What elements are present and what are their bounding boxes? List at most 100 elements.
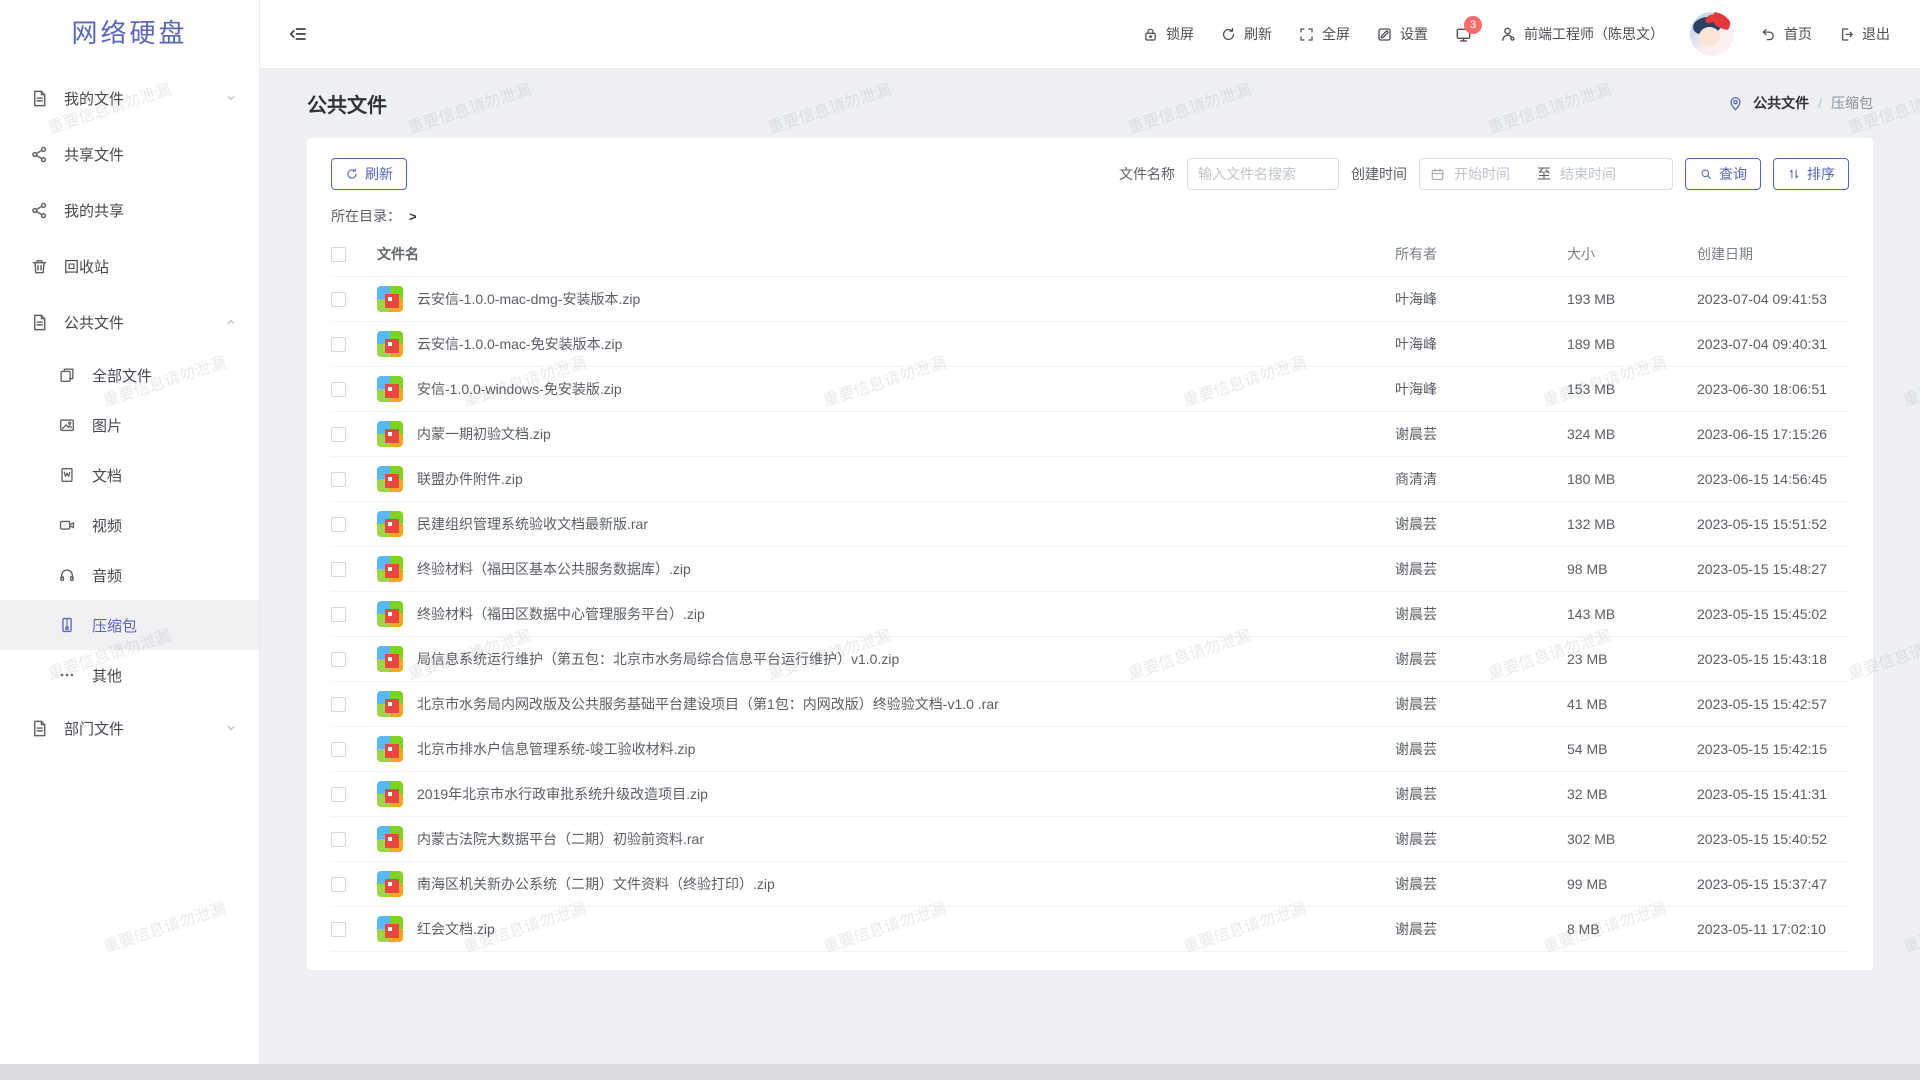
row-checkbox[interactable] (331, 652, 346, 667)
notifications-button[interactable]: 3 (1454, 25, 1473, 44)
sidebar-item-department-files[interactable]: 部门文件 (0, 700, 259, 756)
table-row[interactable]: 内蒙古法院大数据平台（二期）初验前资料.rar 谢晨芸 302 MB 2023-… (331, 817, 1849, 862)
filename-label: 文件名称 (1119, 164, 1175, 184)
row-checkbox[interactable] (331, 337, 346, 352)
sidebar-item-recycle-bin[interactable]: 回收站 (0, 238, 259, 294)
file-name[interactable]: 民建组织管理系统验收文档最新版.rar (417, 514, 1395, 534)
start-date-input[interactable] (1454, 166, 1528, 182)
table-row[interactable]: 2019年北京市水行政审批系统升级改造项目.zip 谢晨芸 32 MB 2023… (331, 772, 1849, 817)
file-name[interactable]: 北京市排水户信息管理系统-竣工验收材料.zip (417, 739, 1395, 759)
file-name[interactable]: 云安信-1.0.0-mac-免安装版本.zip (417, 334, 1395, 354)
sidebar-item-archives[interactable]: 压缩包 (0, 600, 259, 650)
file-owner: 谢晨芸 (1395, 784, 1567, 804)
table-row[interactable]: 红会文档.zip 谢晨芸 8 MB 2023-05-11 17:02:10 (331, 907, 1849, 952)
file-name[interactable]: 内蒙古法院大数据平台（二期）初验前资料.rar (417, 829, 1395, 849)
sort-button[interactable]: 排序 (1773, 158, 1849, 190)
lock-screen-button[interactable]: 锁屏 (1142, 24, 1194, 44)
file-created-date: 2023-05-15 15:42:15 (1697, 741, 1849, 757)
refresh-button[interactable]: 刷新 (1220, 24, 1272, 44)
sidebar-item-my-shares[interactable]: 我的共享 (0, 182, 259, 238)
row-checkbox[interactable] (331, 292, 346, 307)
table-row[interactable]: 云安信-1.0.0-mac-免安装版本.zip 叶海峰 189 MB 2023-… (331, 322, 1849, 367)
avatar-face (1699, 27, 1720, 46)
table-row[interactable]: 民建组织管理系统验收文档最新版.rar 谢晨芸 132 MB 2023-05-1… (331, 502, 1849, 547)
row-checkbox[interactable] (331, 607, 346, 622)
collapse-sidebar-icon[interactable] (288, 24, 308, 44)
sidebar-item-my-files[interactable]: 我的文件 (0, 70, 259, 126)
end-date-input[interactable] (1560, 166, 1634, 182)
row-checkbox[interactable] (331, 922, 346, 937)
file-name[interactable]: 联盟办件附件.zip (417, 469, 1395, 489)
sidebar-item-other[interactable]: 其他 (0, 650, 259, 700)
refresh-list-button[interactable]: 刷新 (331, 158, 407, 190)
column-header-size: 大小 (1567, 244, 1697, 264)
file-name[interactable]: 终验材料（福田区基本公共服务数据库）.zip (417, 559, 1395, 579)
filters: 文件名称 创建时间 至 查询 (1119, 158, 1849, 190)
sidebar-item-documents[interactable]: 文档 (0, 450, 259, 500)
directory-root-arrow[interactable]: > (409, 209, 417, 224)
filename-search-input[interactable] (1187, 158, 1339, 190)
sidebar-item-shared-files[interactable]: 共享文件 (0, 126, 259, 182)
search-icon (1699, 167, 1713, 181)
sidebar-item-label: 压缩包 (92, 615, 137, 636)
row-checkbox[interactable] (331, 877, 346, 892)
file-name[interactable]: 云安信-1.0.0-mac-dmg-安装版本.zip (417, 289, 1395, 309)
table-row[interactable]: 南海区机关新办公系统（二期）文件资料（终验打印）.zip 谢晨芸 99 MB 2… (331, 862, 1849, 907)
row-checkbox[interactable] (331, 742, 346, 757)
column-header-owner: 所有者 (1395, 244, 1567, 264)
row-checkbox[interactable] (331, 832, 346, 847)
breadcrumb: 公共文件 / 压缩包 (1727, 93, 1873, 113)
table-row[interactable]: 联盟办件附件.zip 商清清 180 MB 2023-06-15 14:56:4… (331, 457, 1849, 502)
user-menu[interactable]: 前端工程师（陈思文） (1499, 24, 1664, 44)
table-row[interactable]: 云安信-1.0.0-mac-dmg-安装版本.zip 叶海峰 193 MB 20… (331, 277, 1849, 322)
user-avatar[interactable] (1690, 12, 1734, 56)
sidebar-item-label: 其他 (92, 665, 122, 686)
sidebar-item-audio[interactable]: 音频 (0, 550, 259, 600)
content-area: 公共文件 公共文件 / 压缩包 刷新 文件名称 (260, 68, 1920, 1080)
zip-file-icon (377, 331, 403, 357)
table-row[interactable]: 北京市水务局内网改版及公共服务基础平台建设项目（第1包：内网改版）终验验文档-v… (331, 682, 1849, 727)
row-checkbox[interactable] (331, 697, 346, 712)
file-created-date: 2023-06-30 18:06:51 (1697, 381, 1849, 397)
file-name[interactable]: 红会文档.zip (417, 919, 1395, 939)
date-range-picker[interactable]: 至 (1419, 158, 1673, 190)
file-owner: 叶海峰 (1395, 334, 1567, 354)
file-name[interactable]: 内蒙一期初验文档.zip (417, 424, 1395, 444)
logout-button[interactable]: 退出 (1838, 24, 1890, 44)
sidebar-item-videos[interactable]: 视频 (0, 500, 259, 550)
sidebar-item-images[interactable]: 图片 (0, 400, 259, 450)
file-name[interactable]: 安信-1.0.0-windows-免安装版.zip (417, 379, 1395, 399)
row-checkbox[interactable] (331, 517, 346, 532)
table-row[interactable]: 安信-1.0.0-windows-免安装版.zip 叶海峰 153 MB 202… (331, 367, 1849, 412)
file-table: 文件名 所有者 大小 创建日期 云安信-1.0.0-mac-dmg-安装版本.z… (331, 232, 1849, 952)
row-checkbox[interactable] (331, 472, 346, 487)
table-row[interactable]: 终验材料（福田区数据中心管理服务平台）.zip 谢晨芸 143 MB 2023-… (331, 592, 1849, 637)
row-checkbox[interactable] (331, 427, 346, 442)
query-button[interactable]: 查询 (1685, 158, 1761, 190)
breadcrumb-root[interactable]: 公共文件 (1753, 93, 1809, 113)
fullscreen-button[interactable]: 全屏 (1298, 24, 1350, 44)
table-row[interactable]: 北京市排水户信息管理系统-竣工验收材料.zip 谢晨芸 54 MB 2023-0… (331, 727, 1849, 772)
file-name[interactable]: 北京市水务局内网改版及公共服务基础平台建设项目（第1包：内网改版）终验验文档-v… (417, 694, 1395, 714)
settings-button[interactable]: 设置 (1376, 24, 1428, 44)
file-name[interactable]: 南海区机关新办公系统（二期）文件资料（终验打印）.zip (417, 874, 1395, 894)
sidebar-item-label: 图片 (92, 415, 122, 436)
sidebar-item-label: 我的文件 (64, 88, 124, 109)
file-name[interactable]: 终验材料（福田区数据中心管理服务平台）.zip (417, 604, 1395, 624)
row-checkbox[interactable] (331, 787, 346, 802)
table-row[interactable]: 终验材料（福田区基本公共服务数据库）.zip 谢晨芸 98 MB 2023-05… (331, 547, 1849, 592)
sidebar-item-public-files[interactable]: 公共文件 (0, 294, 259, 350)
row-checkbox[interactable] (331, 562, 346, 577)
home-button[interactable]: 首页 (1760, 24, 1812, 44)
file-name[interactable]: 局信息系统运行维护（第五包：北京市水务局综合信息平台运行维护）v1.0.zip (417, 649, 1395, 669)
sidebar-item-all-files[interactable]: 全部文件 (0, 350, 259, 400)
top-header: 锁屏 刷新 全屏 设置 3 (260, 0, 1920, 68)
file-name[interactable]: 2019年北京市水行政审批系统升级改造项目.zip (417, 784, 1395, 804)
table-row[interactable]: 内蒙一期初验文档.zip 谢晨芸 324 MB 2023-06-15 17:15… (331, 412, 1849, 457)
file-owner: 谢晨芸 (1395, 739, 1567, 759)
table-row[interactable]: 局信息系统运行维护（第五包：北京市水务局综合信息平台运行维护）v1.0.zip … (331, 637, 1849, 682)
row-checkbox[interactable] (331, 382, 346, 397)
select-all-checkbox[interactable] (331, 247, 346, 262)
file-owner: 谢晨芸 (1395, 829, 1567, 849)
column-header-date: 创建日期 (1697, 244, 1849, 264)
